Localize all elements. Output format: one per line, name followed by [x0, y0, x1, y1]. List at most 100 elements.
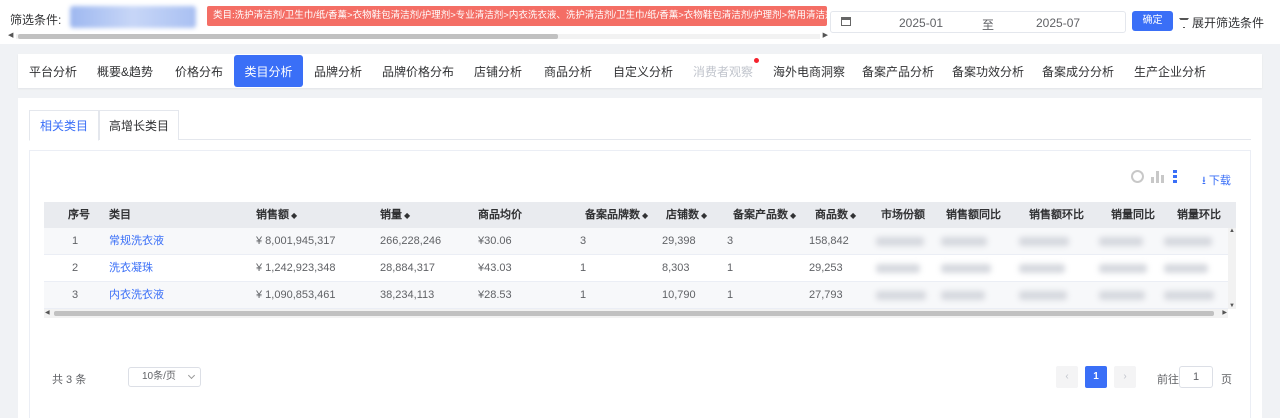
- date-start[interactable]: 2025-01: [899, 16, 943, 30]
- redacted-cell: [941, 264, 991, 273]
- cell-avg-price: ¥28.53: [478, 289, 512, 301]
- goto-suffix: 页: [1221, 374, 1232, 386]
- col-filed-product-count-label: 备案产品数: [733, 209, 788, 221]
- bar-chart-icon[interactable]: [1151, 170, 1164, 183]
- category-filter-tag[interactable]: 类目:洗护清洁剂/卫生巾/纸/香薰>衣物鞋包清洁剂/护理剂>专业清洁剂>内衣洗衣…: [207, 6, 827, 26]
- tab-brand-price-distribution[interactable]: 品牌价格分布: [375, 55, 461, 87]
- prev-page-button[interactable]: ‹: [1056, 366, 1078, 388]
- col-category: 类目: [109, 209, 131, 221]
- date-range-picker[interactable]: 2025-01 至 2025-07: [830, 11, 1126, 33]
- scroll-left-arrow-icon[interactable]: ◀: [45, 309, 50, 316]
- scroll-thumb[interactable]: [18, 34, 558, 39]
- cell-index: 3: [72, 289, 79, 301]
- tab-consumer-insight[interactable]: 消费者观察: [683, 55, 763, 87]
- date-end[interactable]: 2025-07: [1036, 16, 1080, 30]
- sort-icon[interactable]: ◆: [850, 211, 856, 220]
- col-sales[interactable]: 销售额 ◆: [256, 202, 297, 228]
- cell-shop-count: 29,398: [662, 235, 696, 247]
- scroll-thumb[interactable]: [54, 311, 1214, 316]
- redacted-cell: [1164, 291, 1214, 300]
- analysis-nav: 平台分析 概要&趋势 价格分布 类目分析 品牌分析 品牌价格分布 店铺分析 商品…: [18, 54, 1262, 88]
- filter-horizontal-scrollbar[interactable]: ◀ ▶: [8, 31, 828, 41]
- cell-category-link[interactable]: 内衣洗衣液: [109, 282, 164, 309]
- col-brand-count[interactable]: 备案品牌数 ◆: [585, 202, 648, 228]
- tab-custom-analysis[interactable]: 自定义分析: [603, 55, 683, 87]
- cell-product-count: 158,842: [809, 235, 849, 247]
- cell-avg-price: ¥43.03: [478, 262, 512, 274]
- download-icon: ⭳: [1202, 175, 1209, 187]
- sort-icon[interactable]: ◆: [790, 211, 796, 220]
- tab-overview-trend[interactable]: 概要&趋势: [90, 55, 160, 87]
- cell-brand-count: 1: [580, 289, 587, 301]
- sort-icon[interactable]: ◆: [701, 211, 707, 220]
- col-filed-product-count[interactable]: 备案产品数 ◆: [733, 202, 796, 228]
- tab-category-analysis[interactable]: 类目分析: [234, 55, 303, 87]
- redacted-cell: [1164, 237, 1212, 246]
- scroll-up-arrow-icon[interactable]: ▲: [1229, 228, 1235, 234]
- tab-filed-ingredient-analysis[interactable]: 备案成分分析: [1038, 55, 1118, 87]
- redacted-filter-chip[interactable]: [70, 6, 196, 28]
- scroll-left-arrow-icon[interactable]: ◀: [8, 31, 13, 39]
- list-view-icon[interactable]: [1173, 170, 1187, 183]
- cell-category-link[interactable]: 洗衣凝珠: [109, 255, 153, 282]
- col-shop-count[interactable]: 店铺数 ◆: [666, 202, 707, 228]
- col-avg-price: 商品均价: [478, 209, 522, 221]
- table-horizontal-scrollbar[interactable]: ◀ ▶: [44, 309, 1228, 318]
- tab-platform-analysis[interactable]: 平台分析: [18, 55, 88, 87]
- tab-overseas-ecommerce[interactable]: 海外电商洞察: [767, 55, 851, 87]
- table-row: 1 常规洗衣液 ¥ 8,001,945,317 266,228,246 ¥30.…: [44, 228, 1228, 255]
- subtab-high-growth-category[interactable]: 高增长类目: [99, 110, 179, 140]
- cell-sales: ¥ 1,242,923,348: [256, 262, 336, 274]
- confirm-button[interactable]: 确定: [1132, 11, 1173, 31]
- page-1-button[interactable]: 1: [1085, 366, 1107, 388]
- next-page-button[interactable]: ›: [1114, 366, 1136, 388]
- cell-filed-product-count: 3: [727, 235, 734, 247]
- col-volume[interactable]: 销量 ◆: [380, 202, 410, 228]
- download-label: 下载: [1208, 175, 1231, 187]
- cell-filed-product-count: 1: [727, 262, 734, 274]
- cell-category-link[interactable]: 常规洗衣液: [109, 228, 164, 255]
- pie-chart-icon[interactable]: [1131, 170, 1144, 183]
- col-sales-yoy: 销售额同比: [946, 209, 1001, 221]
- table-vertical-scrollbar[interactable]: ▲ ▼: [1228, 228, 1236, 309]
- cell-shop-count: 10,790: [662, 289, 696, 301]
- col-sales-label: 销售额: [256, 209, 289, 221]
- filter-bar: 筛选条件: 类目:洗护清洁剂/卫生巾/纸/香薰>衣物鞋包清洁剂/护理剂>专业清洁…: [0, 0, 1280, 44]
- tab-filed-product-analysis[interactable]: 备案产品分析: [858, 55, 938, 87]
- sort-icon[interactable]: ◆: [404, 211, 410, 220]
- col-product-count-label: 商品数: [815, 209, 848, 221]
- tab-filed-efficacy-analysis[interactable]: 备案功效分析: [948, 55, 1028, 87]
- download-button[interactable]: ⭳ 下载: [1202, 172, 1231, 191]
- scroll-right-arrow-icon[interactable]: ▶: [1222, 309, 1227, 316]
- page-size-select[interactable]: 10条/页: [128, 367, 201, 387]
- tab-brand-analysis[interactable]: 品牌分析: [303, 55, 373, 87]
- cell-avg-price: ¥30.06: [478, 235, 512, 247]
- cell-sales: ¥ 8,001,945,317: [256, 235, 336, 247]
- expand-filters-button[interactable]: 展开筛选条件: [1179, 14, 1264, 31]
- sort-icon[interactable]: ◆: [642, 211, 648, 220]
- tab-shop-analysis[interactable]: 店铺分析: [463, 55, 533, 87]
- col-brand-count-label: 备案品牌数: [585, 209, 640, 221]
- filter-label: 筛选条件:: [10, 13, 62, 27]
- scroll-right-arrow-icon[interactable]: ▶: [823, 31, 828, 39]
- redacted-cell: [876, 264, 920, 273]
- col-product-count[interactable]: 商品数 ◆: [815, 202, 856, 228]
- redacted-cell: [1099, 291, 1145, 300]
- col-shop-count-label: 店铺数: [666, 209, 699, 221]
- goto-page-input[interactable]: [1179, 366, 1213, 388]
- tab-manufacturer-analysis[interactable]: 生产企业分析: [1128, 55, 1212, 87]
- redacted-cell: [1164, 264, 1208, 273]
- filter-icon: [1179, 18, 1189, 28]
- expand-filters-label: 展开筛选条件: [1192, 16, 1265, 30]
- scroll-down-arrow-icon[interactable]: ▼: [1229, 303, 1235, 309]
- sort-icon[interactable]: ◆: [291, 211, 297, 220]
- redacted-cell: [941, 291, 985, 300]
- tab-price-distribution[interactable]: 价格分布: [164, 55, 234, 87]
- cell-brand-count: 3: [580, 235, 587, 247]
- chevron-down-icon: [187, 371, 196, 380]
- col-volume-label: 销量: [380, 209, 402, 221]
- subtab-related-category[interactable]: 相关类目: [29, 110, 99, 141]
- redacted-cell: [1099, 264, 1147, 273]
- category-panel: 相关类目 高增长类目 ⭳ 下载 序号 类目 销售额 ◆ 销量 ◆ 商品均价 备案品牌…: [18, 98, 1262, 418]
- tab-product-analysis[interactable]: 商品分析: [533, 55, 603, 87]
